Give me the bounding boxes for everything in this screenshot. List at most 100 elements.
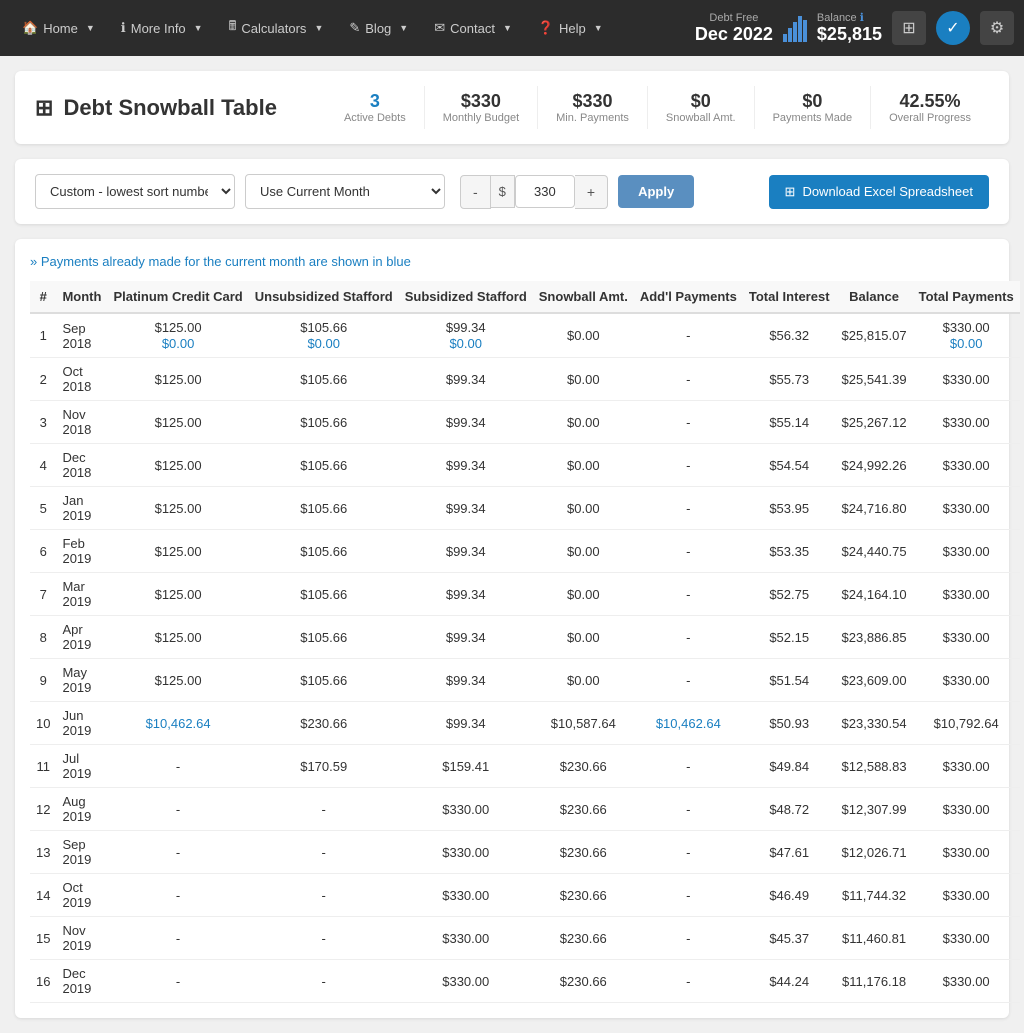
table-cell-5-0: 6 (30, 530, 56, 573)
table-cell-12-5: $230.66 (533, 831, 634, 874)
table-cell-7-2: $125.00 (107, 616, 248, 659)
table-head: #MonthPlatinum Credit CardUnsubsidized S… (30, 281, 1020, 313)
col-header-6: Add'l Payments (634, 281, 743, 313)
table-cell-10-2: - (107, 745, 248, 788)
grid-icon-button[interactable]: ⊞ (892, 11, 926, 45)
table-cell-8-8: $23,609.00 (836, 659, 913, 702)
stat-value-1: $330 (443, 91, 519, 112)
balance-block: Balance ℹ $25,815 (817, 11, 882, 45)
col-header-2: Platinum Credit Card (107, 281, 248, 313)
stat-label-4: Payments Made (773, 112, 852, 124)
table-cell-14-8: $11,460.81 (836, 917, 913, 960)
stat-value-2: $330 (556, 91, 629, 112)
table-cell-15-5: $230.66 (533, 960, 634, 1003)
balance-info-icon: ℹ (860, 11, 864, 24)
stat-item-2: $330Min. Payments (538, 86, 648, 129)
table-cell-5-9: $330.00 (913, 530, 1020, 573)
table-cell-9-5: $10,587.64 (533, 702, 634, 745)
table-cell-9-3: $230.66 (249, 702, 399, 745)
download-label: Download Excel Spreadsheet (802, 184, 973, 199)
table-cell-7-7: $52.15 (743, 616, 836, 659)
download-button[interactable]: ⊞ Download Excel Spreadsheet (769, 175, 989, 209)
table-cell-13-2: - (107, 874, 248, 917)
table-row: 2Oct 2018$125.00$105.66$99.34$0.00-$55.7… (30, 358, 1020, 401)
col-header-3: Unsubsidized Stafford (249, 281, 399, 313)
table-cell-8-1: May 2019 (56, 659, 107, 702)
table-cell-4-3: $105.66 (249, 487, 399, 530)
table-cell-6-3: $105.66 (249, 573, 399, 616)
table-cell-5-1: Feb 2019 (56, 530, 107, 573)
table-cell-13-1: Oct 2019 (56, 874, 107, 917)
blog-icon: ✎ (349, 20, 360, 36)
table-cell-3-1: Dec 2018 (56, 444, 107, 487)
table-cell-13-0: 14 (30, 874, 56, 917)
table-cell-8-5: $0.00 (533, 659, 634, 702)
table-cell-10-1: Jul 2019 (56, 745, 107, 788)
table-cell-4-9: $330.00 (913, 487, 1020, 530)
table-row: 12Aug 2019--$330.00$230.66-$48.72$12,307… (30, 788, 1020, 831)
nav-right: Debt Free Dec 2022 Balance ℹ $25,815 ⊞ ✓… (695, 11, 1014, 45)
table-cell-6-4: $99.34 (399, 573, 533, 616)
table-cell-11-6: - (634, 788, 743, 831)
nav-contact-label: Contact (450, 21, 495, 36)
table-cell-14-0: 15 (30, 917, 56, 960)
table-cell-11-1: Aug 2019 (56, 788, 107, 831)
stat-label-2: Min. Payments (556, 112, 629, 124)
table-cell-14-4: $330.00 (399, 917, 533, 960)
table-cell-7-6: - (634, 616, 743, 659)
table-row: 10Jun 2019$10,462.64$230.66$99.34$10,587… (30, 702, 1020, 745)
check-icon-button[interactable]: ✓ (936, 11, 970, 45)
nav-blog[interactable]: ✎ Blog ▼ (337, 12, 420, 44)
table-row: 9May 2019$125.00$105.66$99.34$0.00-$51.5… (30, 659, 1020, 702)
settings-icon-button[interactable]: ⚙ (980, 11, 1014, 45)
table-cell-15-6: - (634, 960, 743, 1003)
table-cell-2-4: $99.34 (399, 401, 533, 444)
nav-calculators-label: Calculators (241, 21, 306, 36)
table-cell-14-3: - (249, 917, 399, 960)
table-row: 13Sep 2019--$330.00$230.66-$47.61$12,026… (30, 831, 1020, 874)
table-cell-6-0: 7 (30, 573, 56, 616)
table-cell-10-9: $330.00 (913, 745, 1020, 788)
table-cell-7-0: 8 (30, 616, 56, 659)
table-cell-0-2: $125.00$0.00 (107, 313, 248, 358)
nav-home[interactable]: 🏠 Home ▼ (10, 12, 107, 44)
table-row: 6Feb 2019$125.00$105.66$99.34$0.00-$53.3… (30, 530, 1020, 573)
table-cell-11-3: - (249, 788, 399, 831)
table-cell-9-9: $10,792.64 (913, 702, 1020, 745)
bar2 (788, 28, 792, 42)
navbar: 🏠 Home ▼ ℹ More Info ▼ 🖩 Calculators ▼ ✎… (0, 0, 1024, 56)
minus-button[interactable]: - (460, 175, 491, 209)
table-cell-8-7: $51.54 (743, 659, 836, 702)
plus-button[interactable]: + (575, 175, 608, 209)
bar4 (798, 16, 802, 42)
blog-caret: ▼ (399, 23, 408, 33)
nav-contact[interactable]: ✉ Contact ▼ (422, 12, 524, 44)
table-cell-15-0: 16 (30, 960, 56, 1003)
nav-more-info[interactable]: ℹ More Info ▼ (109, 12, 215, 44)
table-cell-12-1: Sep 2019 (56, 831, 107, 874)
table-cell-10-6: - (634, 745, 743, 788)
sort-select[interactable]: Custom - lowest sort number ↑ (35, 174, 235, 209)
table-row: 16Dec 2019--$330.00$230.66-$44.24$11,176… (30, 960, 1020, 1003)
table-cell-4-2: $125.00 (107, 487, 248, 530)
table-cell-2-7: $55.14 (743, 401, 836, 444)
table-cell-15-4: $330.00 (399, 960, 533, 1003)
table-cell-5-4: $99.34 (399, 530, 533, 573)
table-cell-14-5: $230.66 (533, 917, 634, 960)
table-cell-6-5: $0.00 (533, 573, 634, 616)
table-cell-15-7: $44.24 (743, 960, 836, 1003)
table-cell-13-4: $330.00 (399, 874, 533, 917)
nav-help[interactable]: ❓ Help ▼ (526, 12, 615, 44)
apply-button[interactable]: Apply (618, 175, 694, 208)
stat-value-3: $0 (666, 91, 736, 112)
nav-home-label: Home (43, 21, 78, 36)
table-cell-1-3: $105.66 (249, 358, 399, 401)
table-cell-1-0: 2 (30, 358, 56, 401)
table-cell-4-8: $24,716.80 (836, 487, 913, 530)
table-cell-3-3: $105.66 (249, 444, 399, 487)
month-select[interactable]: Use Current Month (245, 174, 445, 209)
nav-calculators[interactable]: 🖩 Calculators ▼ (217, 9, 336, 47)
table-cell-3-7: $54.54 (743, 444, 836, 487)
stat-value-4: $0 (773, 91, 852, 112)
amount-input[interactable] (515, 175, 575, 208)
